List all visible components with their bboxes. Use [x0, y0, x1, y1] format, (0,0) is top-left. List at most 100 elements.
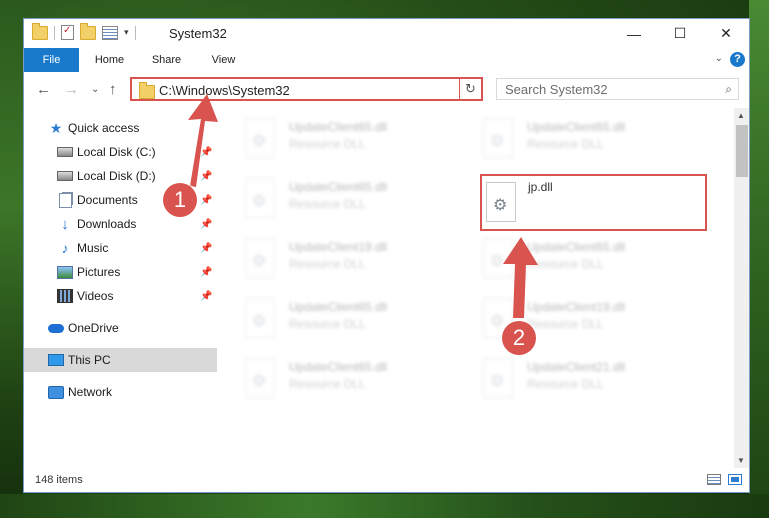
- navigation-bar: ← → ⌄ ↑ C:\Windows\System32 ⌄ ↻ Search S…: [24, 72, 749, 108]
- pin-icon[interactable]: 📌: [200, 243, 212, 254]
- step-2-badge: 2: [502, 321, 536, 355]
- large-icons-view-icon[interactable]: [728, 474, 742, 485]
- file-type: Resource DLL: [289, 137, 366, 151]
- file-item[interactable]: UpdateClient65.dll Resource DLL: [477, 112, 702, 166]
- pin-icon[interactable]: 📌: [200, 147, 212, 158]
- file-item-jp-dll[interactable]: jp.dll: [480, 174, 707, 231]
- sidebar-item-quick-access[interactable]: ★ Quick access: [24, 116, 217, 140]
- videos-icon: [57, 289, 73, 303]
- minimize-button[interactable]: —: [611, 19, 657, 48]
- file-type: Resource DLL: [527, 317, 604, 331]
- pin-icon[interactable]: 📌: [200, 195, 212, 206]
- details-view-icon[interactable]: [707, 474, 721, 485]
- sidebar-item-label: Network: [68, 385, 113, 399]
- sidebar-item-videos[interactable]: Videos 📌: [24, 284, 217, 308]
- file-item[interactable]: UpdateClient65.dll Resource DLL: [239, 352, 464, 406]
- dll-file-icon: [483, 358, 513, 398]
- expand-ribbon-icon[interactable]: ⌄: [715, 53, 723, 64]
- customize-toolbar-dropdown-icon[interactable]: ▾: [124, 27, 129, 38]
- network-icon: [48, 385, 64, 399]
- search-input[interactable]: Search System32 ⌕: [496, 78, 739, 100]
- sidebar-item-downloads[interactable]: ↓ Downloads 📌: [24, 212, 217, 236]
- scrollbar-thumb[interactable]: [736, 125, 748, 177]
- sidebar-item-network[interactable]: Network: [24, 380, 217, 404]
- address-path: C:\Windows\System32: [159, 83, 290, 98]
- quick-access-toolbar: ▾: [32, 22, 136, 40]
- desktop-background-right: [749, 0, 769, 518]
- tab-home[interactable]: Home: [82, 48, 137, 72]
- sidebar-item-label: Local Disk (D:): [77, 169, 156, 183]
- view-options-icon[interactable]: [102, 25, 118, 40]
- folder-icon[interactable]: [32, 22, 48, 40]
- file-name: UpdateClient65.dll: [289, 180, 388, 194]
- new-folder-icon[interactable]: [80, 22, 96, 40]
- dll-file-icon: [245, 298, 275, 338]
- sidebar-item-pictures[interactable]: Pictures 📌: [24, 260, 217, 284]
- sidebar-item-label: Pictures: [77, 265, 121, 279]
- file-item[interactable]: UpdateClient65.dll Resource DLL: [239, 292, 464, 346]
- star-icon: ★: [49, 119, 63, 136]
- sidebar-item-label: Videos: [77, 289, 114, 303]
- scroll-up-icon[interactable]: ▲: [737, 111, 745, 120]
- pin-icon[interactable]: 📌: [200, 267, 212, 278]
- file-item[interactable]: UpdateClient19.dll Resource DLL: [239, 232, 464, 286]
- desktop-background-bottom: [0, 494, 769, 518]
- refresh-button[interactable]: ↻: [459, 77, 483, 101]
- ribbon-tabs: File Home Share View ⌄ ?: [24, 48, 749, 73]
- maximize-button[interactable]: ☐: [657, 19, 703, 48]
- dll-file-icon: [245, 178, 275, 218]
- scroll-down-icon[interactable]: ▼: [737, 456, 745, 465]
- file-item[interactable]: UpdateClient65.dll Resource DLL: [477, 232, 702, 286]
- back-arrow-icon[interactable]: ←: [36, 81, 51, 98]
- vertical-scrollbar[interactable]: ▲ ▼: [734, 108, 749, 468]
- file-type: Resource DLL: [527, 137, 604, 151]
- file-type: Resource DLL: [289, 197, 366, 211]
- file-name: UpdateClient19.dll: [527, 300, 626, 314]
- file-type: Resource DLL: [289, 317, 366, 331]
- close-button[interactable]: ✕: [703, 19, 749, 48]
- sidebar-item-local-disk-c[interactable]: Local Disk (C:) 📌: [24, 140, 217, 164]
- dll-file-icon: [245, 238, 275, 278]
- sidebar-item-this-pc[interactable]: This PC: [24, 348, 217, 372]
- refresh-icon: ↻: [465, 81, 476, 96]
- file-item[interactable]: UpdateClient65.dll Resource DLL: [239, 172, 464, 226]
- sidebar-item-label: This PC: [68, 353, 111, 367]
- file-name: UpdateClient19.dll: [289, 240, 388, 254]
- disk-icon: [57, 145, 73, 159]
- tab-view[interactable]: View: [196, 48, 251, 72]
- sidebar-item-onedrive[interactable]: OneDrive: [24, 316, 217, 340]
- music-icon: ♪: [61, 240, 69, 256]
- up-arrow-icon[interactable]: ↑: [109, 81, 117, 98]
- computer-icon: [48, 353, 64, 367]
- title-bar: ▾ System32 — ☐ ✕: [24, 19, 749, 48]
- pin-icon[interactable]: 📌: [200, 171, 212, 182]
- tab-share[interactable]: Share: [138, 48, 195, 72]
- pin-icon[interactable]: 📌: [200, 219, 212, 230]
- recent-locations-icon[interactable]: ⌄: [91, 84, 99, 95]
- window-title: System32: [169, 26, 227, 41]
- address-bar[interactable]: C:\Windows\System32 ⌄: [130, 77, 483, 101]
- dll-file-icon: [245, 358, 275, 398]
- desktop-background-left: [0, 0, 24, 518]
- file-item[interactable]: UpdateClient21.dll Resource DLL: [477, 352, 702, 406]
- file-name: UpdateClient65.dll: [289, 120, 388, 134]
- tab-file[interactable]: File: [24, 48, 79, 72]
- cloud-icon: [48, 321, 64, 335]
- sidebar-item-label: Quick access: [68, 121, 140, 135]
- file-type: Resource DLL: [527, 257, 604, 271]
- navigation-pane: ★ Quick access Local Disk (C:) 📌 Local D…: [24, 108, 217, 468]
- download-icon: ↓: [61, 215, 69, 233]
- help-icon[interactable]: ?: [730, 52, 745, 67]
- file-item[interactable]: UpdateClient65.dll Resource DLL: [239, 112, 464, 166]
- search-placeholder: Search System32: [505, 82, 608, 97]
- dll-file-icon: [483, 238, 513, 278]
- item-count: 148 items: [35, 474, 83, 486]
- forward-arrow-icon[interactable]: →: [64, 81, 79, 98]
- sidebar-item-label: Downloads: [77, 217, 137, 231]
- pin-icon[interactable]: 📌: [200, 291, 212, 302]
- dll-file-icon: [486, 182, 516, 222]
- status-bar: 148 items: [24, 468, 749, 492]
- disk-icon: [57, 169, 73, 183]
- properties-icon[interactable]: [61, 25, 74, 40]
- sidebar-item-music[interactable]: ♪ Music 📌: [24, 236, 217, 260]
